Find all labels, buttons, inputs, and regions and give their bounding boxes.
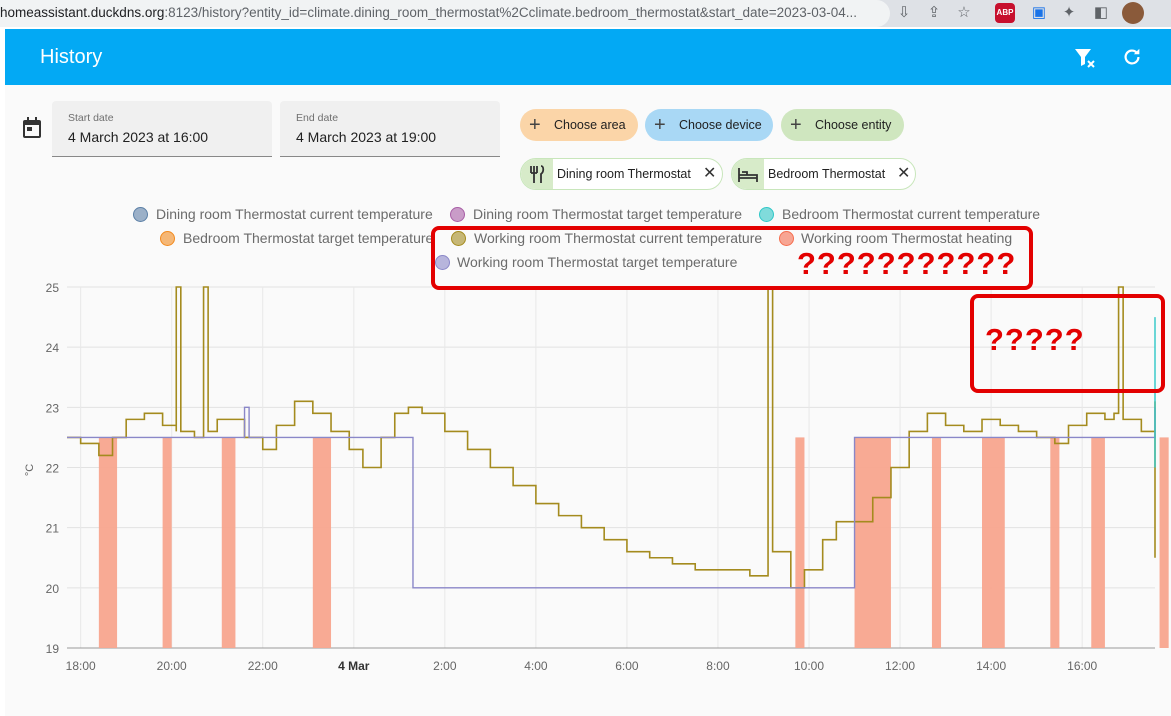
start-date-field[interactable]: Start date 4 March 2023 at 16:00 <box>52 101 272 157</box>
x-tick-label: 6:00 <box>615 659 639 673</box>
legend-marker <box>759 207 774 222</box>
cutlery-icon <box>521 159 553 189</box>
y-tick-label: 23 <box>46 401 60 415</box>
heating-band <box>221 437 236 648</box>
choose-device-button[interactable]: + Choose device <box>645 109 773 141</box>
legend-item[interactable]: Bedroom Thermostat target temperature <box>183 230 433 246</box>
end-date-field[interactable]: End date 4 March 2023 at 19:00 <box>280 101 500 157</box>
x-tick-label: 8:00 <box>706 659 730 673</box>
annotation-question-marks: ??????????? <box>797 246 1017 281</box>
end-date-value: 4 March 2023 at 19:00 <box>296 129 437 145</box>
y-axis-label: °C <box>24 464 36 476</box>
address-bar[interactable]: homeassistant.duckdns.org:8123/history?e… <box>0 0 890 27</box>
legend-marker <box>450 207 465 222</box>
heating-band <box>162 437 172 648</box>
start-date-value: 4 March 2023 at 16:00 <box>68 129 209 145</box>
annotation-question-marks: ????? <box>985 322 1085 357</box>
heating-band <box>982 437 1005 648</box>
heating-band <box>931 437 942 648</box>
puzzle-extensions-icon[interactable]: ✦ <box>1060 4 1078 22</box>
heating-band <box>98 437 118 648</box>
plus-icon: + <box>654 114 666 136</box>
bookmark-star-icon[interactable]: ☆ <box>955 4 973 22</box>
remove-chip-icon[interactable]: ✕ <box>703 159 716 189</box>
x-tick-label: 22:00 <box>248 659 278 673</box>
y-tick-label: 20 <box>46 582 60 596</box>
heating-band <box>1091 437 1105 648</box>
y-tick-label: 25 <box>46 281 60 295</box>
share-icon[interactable]: ⇪ <box>925 4 943 22</box>
install-icon[interactable]: ⇩ <box>895 4 913 22</box>
remove-chip-icon[interactable]: ✕ <box>897 159 910 189</box>
y-tick-label: 21 <box>46 522 60 536</box>
legend-item[interactable]: Dining room Thermostat current temperatu… <box>156 206 433 222</box>
adblock-extension-icon[interactable]: ABP <box>995 3 1015 23</box>
x-tick-label: 20:00 <box>157 659 187 673</box>
side-panel-icon[interactable]: ◧ <box>1092 4 1110 22</box>
browser-toolbar: homeassistant.duckdns.org:8123/history?e… <box>0 0 1171 27</box>
x-tick-label: 12:00 <box>885 659 915 673</box>
x-tick-label: 4:00 <box>524 659 548 673</box>
calendar-icon[interactable] <box>22 117 42 139</box>
page-title: History <box>40 46 103 68</box>
legend-marker <box>133 207 148 222</box>
start-date-label: Start date <box>68 112 114 124</box>
bed-icon <box>732 159 764 189</box>
y-tick-label: 19 <box>46 642 60 656</box>
x-tick-label: 16:00 <box>1067 659 1097 673</box>
choose-area-button[interactable]: + Choose area <box>520 109 638 141</box>
end-date-label: End date <box>296 112 339 124</box>
clear-filter-icon[interactable] <box>1073 46 1097 70</box>
x-tick-label: 4 Mar <box>338 659 370 673</box>
heating-band <box>1050 437 1060 648</box>
y-tick-label: 24 <box>46 341 60 355</box>
y-tick-label: 22 <box>46 462 60 476</box>
legend-item[interactable]: Bedroom Thermostat current temperature <box>782 206 1040 222</box>
extension-icon[interactable]: ▣ <box>1030 4 1048 22</box>
plus-icon: + <box>529 114 541 136</box>
heating-band <box>854 437 891 648</box>
heating-band <box>795 437 805 648</box>
heating-band <box>1159 437 1169 648</box>
profile-avatar[interactable] <box>1122 2 1144 24</box>
legend-marker <box>160 231 175 246</box>
entity-chip-dining-room[interactable]: Dining room Thermostat ✕ <box>520 158 723 190</box>
x-tick-label: 2:00 <box>433 659 457 673</box>
choose-entity-button[interactable]: + Choose entity <box>781 109 904 141</box>
plus-icon: + <box>790 114 802 136</box>
url-text: homeassistant.duckdns.org:8123/history?e… <box>0 5 857 20</box>
x-tick-label: 18:00 <box>66 659 96 673</box>
entity-chip-bedroom[interactable]: Bedroom Thermostat ✕ <box>731 158 916 190</box>
refresh-icon[interactable] <box>1121 46 1143 68</box>
app-header: History <box>5 29 1171 85</box>
x-tick-label: 10:00 <box>794 659 824 673</box>
legend-item[interactable]: Dining room Thermostat target temperatur… <box>473 206 742 222</box>
x-tick-label: 14:00 <box>976 659 1006 673</box>
heating-band <box>312 437 332 648</box>
